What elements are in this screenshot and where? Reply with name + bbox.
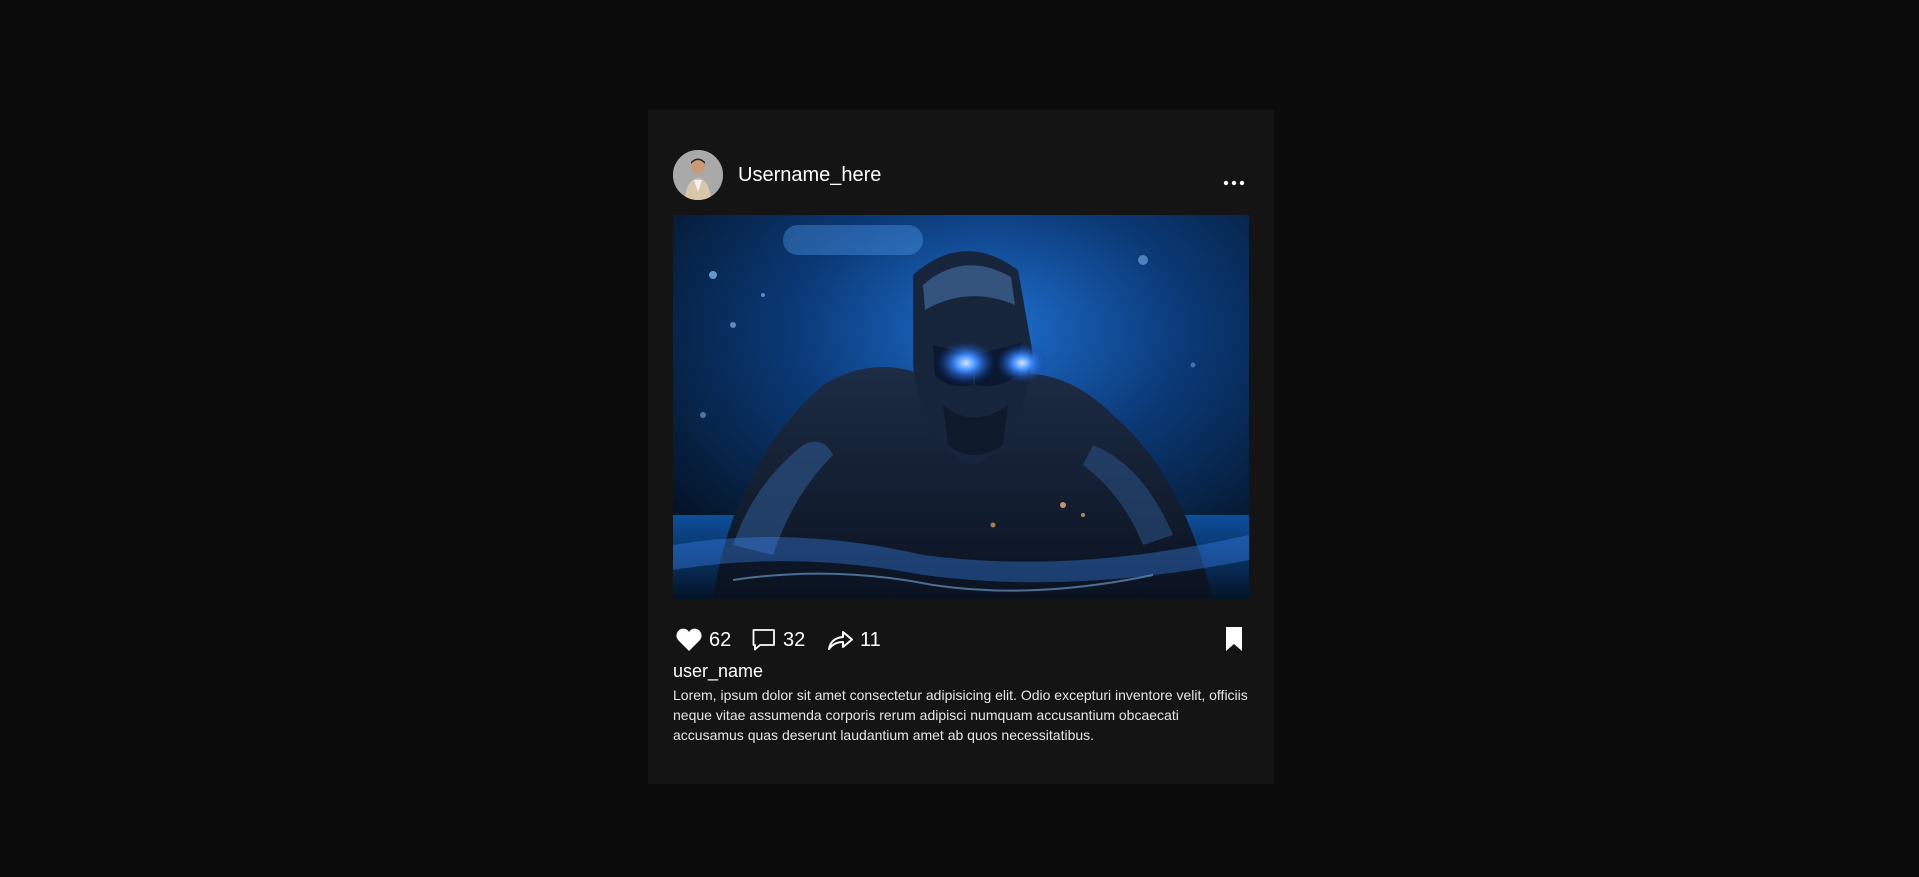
post-image[interactable]	[673, 215, 1249, 599]
share-count: 11	[860, 629, 881, 651]
share-button[interactable]: 11	[826, 625, 881, 655]
caption-text: Lorem, ipsum dolor sit amet consectetur …	[673, 687, 1248, 743]
bookmark-icon	[1226, 627, 1242, 651]
post-header: Username_here	[673, 150, 1249, 200]
comment-icon	[752, 629, 775, 651]
like-button[interactable]: 62	[675, 625, 731, 655]
comment-count: 32	[783, 629, 806, 651]
heart-icon	[676, 628, 702, 651]
like-count: 62	[709, 629, 732, 651]
bookmark-button[interactable]	[1223, 625, 1245, 653]
more-horizontal-icon	[1223, 180, 1245, 186]
post-actions: 62 32 11	[673, 625, 1249, 655]
more-options-button[interactable]	[1221, 172, 1247, 188]
caption-username[interactable]: user_name	[673, 660, 763, 682]
avatar[interactable]	[673, 150, 723, 200]
share-icon	[828, 631, 853, 650]
robot-in-water-illustration	[673, 215, 1249, 599]
post-username[interactable]: Username_here	[738, 163, 881, 187]
comment-button[interactable]: 32	[751, 625, 805, 655]
person-avatar-icon	[673, 150, 723, 200]
post-card: Username_here 62 32 11 user_name Lorem, …	[648, 110, 1274, 784]
